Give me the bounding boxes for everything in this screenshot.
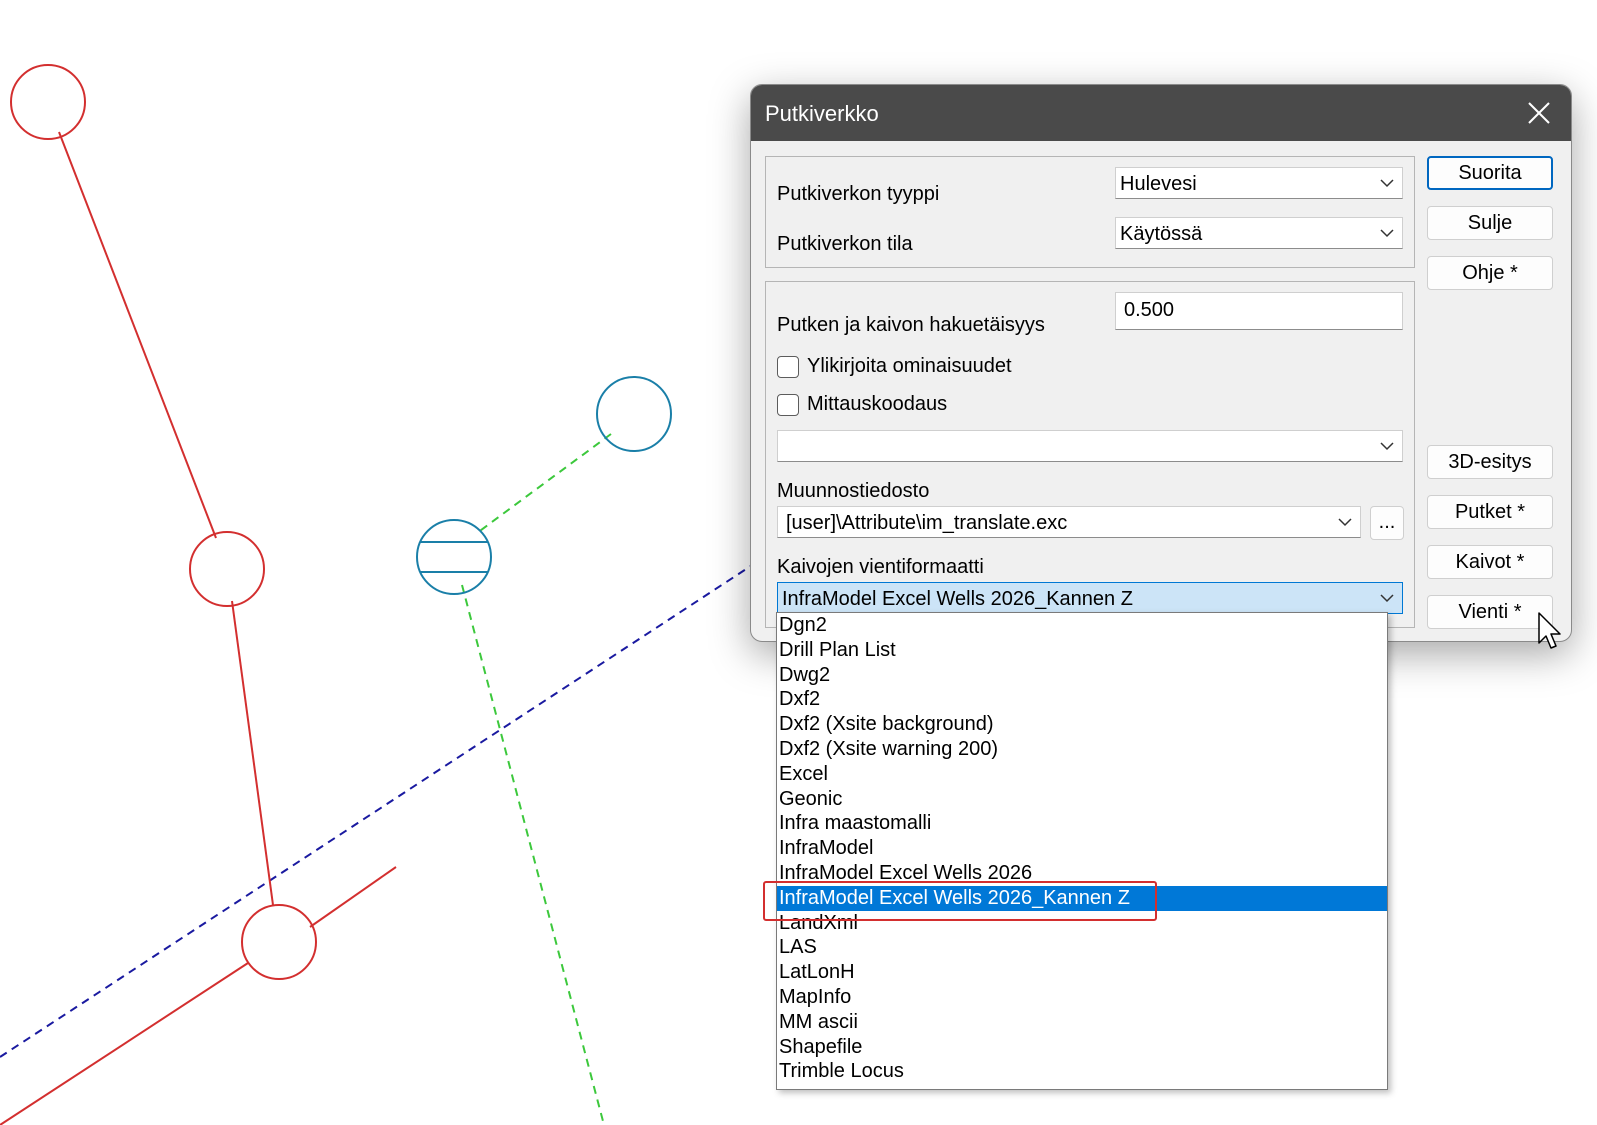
annotation-highlight-box <box>763 881 1157 921</box>
overwrite-properties-label[interactable]: Ylikirjoita ominaisuudet <box>807 355 1012 378</box>
well-blue-circle[interactable] <box>416 519 492 595</box>
help-button[interactable]: Ohje * <box>1427 256 1553 290</box>
pipe-red-segment[interactable] <box>0 962 249 1125</box>
network-type-select[interactable]: Hulevesi <box>1115 167 1403 199</box>
dropdown-option[interactable]: Dgn2 <box>777 613 1387 638</box>
dropdown-option[interactable]: Infra maastomalli <box>777 811 1387 836</box>
view-3d-button[interactable]: 3D-esitys <box>1427 445 1553 479</box>
well-red-circle[interactable] <box>10 64 86 140</box>
wells-button[interactable]: Kaivot * <box>1427 545 1553 579</box>
pipe-red-segment[interactable] <box>58 131 217 539</box>
dialog-title: Putkiverkko <box>765 101 879 126</box>
dropdown-option[interactable]: MapInfo <box>777 985 1387 1010</box>
dropdown-option[interactable]: Dxf2 (Xsite background) <box>777 712 1387 737</box>
well-blue-circle[interactable] <box>596 376 672 452</box>
dropdown-option[interactable]: Trimble Locus <box>777 1059 1387 1084</box>
survey-coding-checkbox[interactable] <box>777 394 799 416</box>
dropdown-option[interactable]: InfraModel <box>777 836 1387 861</box>
network-type-value: Hulevesi <box>1120 173 1197 195</box>
dropdown-option[interactable]: Geonic <box>777 787 1387 812</box>
search-distance-value: 0.500 <box>1124 299 1175 321</box>
dropdown-option[interactable]: Drill Plan List <box>777 638 1387 663</box>
putkiverkko-dialog: Putkiverkko Putkiverkon tyyppi Hulevesi … <box>750 84 1572 642</box>
network-type-label: Putkiverkon tyyppi <box>777 183 940 205</box>
dropdown-option[interactable]: Dxf2 (Xsite warning 200) <box>777 737 1387 762</box>
dashed-pipe-green[interactable] <box>461 584 605 1125</box>
survey-coding-label[interactable]: Mittauskoodaus <box>807 393 947 416</box>
pipe-red-segment[interactable] <box>231 600 274 906</box>
search-distance-label: Putken ja kaivon hakuetäisyys <box>777 314 1045 336</box>
export-format-value: InfraModel Excel Wells 2026_Kannen Z <box>782 588 1133 610</box>
translation-file-select[interactable]: [user]\Attribute\im_translate.exc <box>777 506 1361 538</box>
pipes-button[interactable]: Putket * <box>1427 495 1553 529</box>
dropdown-option[interactable]: LAS <box>777 935 1387 960</box>
overwrite-properties-checkbox[interactable] <box>777 356 799 378</box>
well-red-circle[interactable] <box>241 904 317 980</box>
coding-select[interactable] <box>777 430 1403 462</box>
options-group: Putken ja kaivon hakuetäisyys 0.500 Ylik… <box>765 281 1415 628</box>
run-button[interactable]: Suorita <box>1427 156 1553 190</box>
browse-button[interactable]: ... <box>1370 506 1404 540</box>
export-button[interactable]: Vienti * <box>1427 595 1553 629</box>
close-icon <box>1528 102 1550 124</box>
close-button[interactable] <box>1507 85 1571 141</box>
close-dialog-button[interactable]: Sulje <box>1427 206 1553 240</box>
dropdown-option[interactable]: Dxf2 <box>777 687 1387 712</box>
chevron-down-icon <box>1338 518 1352 527</box>
dialog-titlebar[interactable]: Putkiverkko <box>751 85 1571 141</box>
network-state-value: Käytössä <box>1120 223 1203 245</box>
search-distance-input[interactable]: 0.500 <box>1115 292 1403 330</box>
network-state-select[interactable]: Käytössä <box>1115 217 1403 249</box>
dropdown-option[interactable]: Excel <box>777 762 1387 787</box>
translation-file-label: Muunnostiedosto <box>777 480 930 502</box>
export-format-select[interactable]: InfraModel Excel Wells 2026_Kannen Z <box>777 582 1403 614</box>
pipe-red-segment[interactable] <box>309 866 397 928</box>
chevron-down-icon <box>1380 594 1394 603</box>
dashed-pipe-green[interactable] <box>476 433 612 534</box>
chevron-down-icon <box>1380 179 1394 188</box>
dropdown-option[interactable]: MM ascii <box>777 1010 1387 1035</box>
network-state-label: Putkiverkon tila <box>777 233 913 255</box>
dropdown-option[interactable]: Shapefile <box>777 1035 1387 1060</box>
dropdown-option[interactable]: LatLonH <box>777 960 1387 985</box>
chevron-down-icon <box>1380 229 1394 238</box>
chevron-down-icon <box>1380 442 1394 451</box>
export-format-label: Kaivojen vientiformaatti <box>777 556 984 578</box>
dropdown-option[interactable]: Dwg2 <box>777 663 1387 688</box>
export-format-dropdown-list[interactable]: Dgn2 Drill Plan List Dwg2 Dxf2 Dxf2 (Xsite b… <box>776 612 1388 1090</box>
well-red-circle[interactable] <box>189 531 265 607</box>
mouse-pointer-icon <box>1538 612 1561 649</box>
dashed-pipe-navy[interactable] <box>0 559 761 1058</box>
network-group: Putkiverkon tyyppi Hulevesi Putkiverkon … <box>765 156 1415 268</box>
translation-file-value: [user]\Attribute\im_translate.exc <box>786 512 1068 534</box>
